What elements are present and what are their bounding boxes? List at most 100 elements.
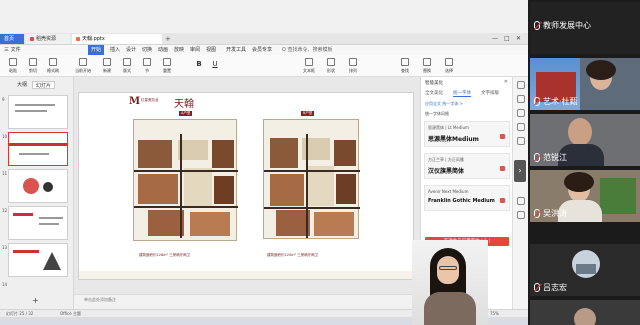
tab-document[interactable]: 天翰.pptx [72,34,162,44]
slide-thumbnail[interactable] [8,243,68,277]
menu-insert[interactable]: 插入 [110,45,120,55]
layout-button[interactable]: 版式 [118,57,136,75]
menu-transition[interactable]: 切换 [142,45,152,55]
replace-label: 替换 [423,68,431,73]
beautify-icon[interactable] [517,81,525,89]
tab-outline[interactable]: 大纲 [14,81,30,89]
replace-button[interactable]: 替换 [418,57,436,75]
slide-thumbnail[interactable] [8,95,68,129]
plan-room [148,210,184,236]
plan-a-caption: 建筑面积约128m² 三房两厅两卫 [139,253,191,257]
cut-button[interactable]: 剪切 [24,57,42,75]
current-slide[interactable]: M 红星美凯龙 天翰 A户型 建筑面积约128m² 三房两厅两卫 B户型 建筑面… [78,92,414,280]
tab-docer[interactable]: 稻壳资源 [26,34,70,44]
arrange-button[interactable]: 排列 [344,57,362,75]
font-option[interactable]: 方正兰亭 | 方正风雅 汉仪旗黑简体 [424,153,510,179]
font-option[interactable]: 思源黑体 | Lt Medium 思源黑体Medium [424,121,510,147]
tab-slides[interactable]: 幻灯片 [32,81,56,89]
menu-design[interactable]: 设计 [126,45,136,55]
font-option[interactable]: Avenir Next Medium Franklin Gothic Mediu… [424,185,510,211]
settings-icon[interactable] [517,137,525,145]
participant-tile[interactable]: 吴洪涛 [530,170,640,222]
plan-wall [134,206,238,208]
participant-tile[interactable] [530,300,640,325]
tab-text-layout[interactable]: 文字排版 [481,90,499,96]
chevron-right-icon[interactable]: › [514,160,526,182]
floor-plan-b [263,119,360,239]
shape-button[interactable]: 形状 [322,57,340,75]
minimize-icon[interactable]: — [492,34,498,44]
play-current-button[interactable]: 当前开始 [74,57,92,75]
participant-tile[interactable]: 吕志宏 [530,244,640,296]
thumb-pyramid [43,252,61,270]
plan-wall [264,207,360,209]
font-option-name: Avenir Next Medium [428,189,469,194]
new-slide-icon [103,58,111,66]
close-icon[interactable]: ✕ [516,34,521,44]
menu-review[interactable]: 审阅 [190,45,200,55]
panel-close-icon[interactable]: ✕ [504,79,508,85]
underline-icon: U [212,60,218,68]
participant-name: 范锐江 [534,152,567,164]
slide-thumbnail[interactable] [8,169,68,203]
font-option-sample: Franklin Gothic Medium [428,198,495,204]
menu-member[interactable]: 会员专享 [252,45,272,55]
shape-icon [327,58,335,66]
menu-developer[interactable]: 开发工具 [226,45,246,55]
thumb-text-line [39,217,63,219]
new-tab-button[interactable]: + [165,34,171,44]
thumb-text-line [19,153,49,155]
underline-button[interactable]: U [206,57,224,75]
format-painter-button[interactable]: 格式刷 [44,57,62,75]
participant-tile[interactable]: 范锐江 [530,114,640,166]
help-icon[interactable] [517,211,525,219]
participant-name: 吕志宏 [534,282,567,294]
slide-thumbnail[interactable] [8,206,68,240]
tab-unify-font[interactable]: 统一字体 [453,90,471,97]
shape-icon[interactable] [517,109,525,117]
magic-icon[interactable] [517,95,525,103]
section-button[interactable]: 节 [138,57,156,75]
participant-tile[interactable]: 教师发展中心 [530,2,640,54]
menu-home[interactable]: 开始 [88,45,105,55]
mic-muted-icon [534,283,540,292]
slide-thumbnail-selected[interactable] [8,132,68,166]
notes-area[interactable]: 单击此处添加备注 [74,294,420,303]
section-label: 节 [145,68,149,73]
thumb-number: 13 [2,245,8,250]
maximize-icon[interactable]: □ [504,34,510,44]
add-slide-icon[interactable]: + [32,296,39,305]
brush-icon [49,58,57,66]
new-slide-button[interactable]: 新建 [98,57,116,75]
arrange-icon [349,58,357,66]
presenter-glasses [439,266,457,270]
textbox-button[interactable]: 文本框 [300,57,318,75]
plan-room [314,212,354,236]
command-search[interactable]: Q 查找命令、搜索模板 [282,46,342,54]
reset-button[interactable]: 重置 [158,57,176,75]
document-tab-bar: 首页 稻壳资源 天翰.pptx + — □ ✕ [0,33,528,45]
menu-animation[interactable]: 动画 [158,45,168,55]
play-current-label: 当前开始 [75,68,91,73]
paste-button[interactable]: 粘贴 [4,57,22,75]
tab-full-beautify[interactable]: 全文美化 [425,90,443,96]
plan-room [214,176,234,204]
menu-file[interactable]: 三 文件 [4,45,21,55]
plan-room [276,210,310,236]
tab-home[interactable]: 首页 [0,34,24,44]
thumb-text-line [15,104,55,106]
ribbon-toolbar: 粘贴 剪切 格式刷 当前开始 新建 版式 节 重置 B U 文本框 形状 排列 … [0,55,528,77]
menu-view[interactable]: 视图 [206,45,216,55]
textbox-icon [305,58,313,66]
participant-name-text: 教师发展中心 [543,21,591,30]
participant-tile[interactable]: 艺术·杜甄 [530,58,640,110]
select-button[interactable]: 选择 [440,57,458,75]
plan-room [270,174,304,206]
find-button[interactable]: 查找 [396,57,414,75]
slide-canvas: M 红星美凯龙 天翰 A户型 建筑面积约128m² 三房两厅两卫 B户型 建筑面… [74,77,420,294]
apply-all-link[interactable]: 应用全文 统一字体 > [425,101,463,107]
image-icon[interactable] [517,123,525,131]
share-icon[interactable] [517,197,525,205]
thumb-graphic [43,182,53,192]
menu-slideshow[interactable]: 放映 [174,45,184,55]
